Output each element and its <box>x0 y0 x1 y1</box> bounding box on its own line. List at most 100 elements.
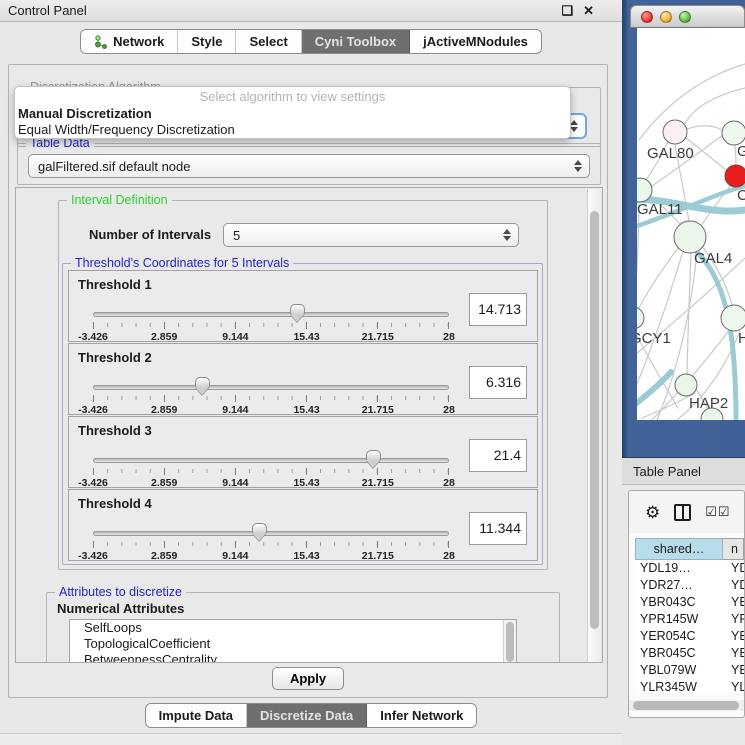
network-window-titlebar[interactable] <box>630 5 745 28</box>
split-columns-icon[interactable] <box>674 504 691 521</box>
close-window-icon[interactable] <box>641 11 653 23</box>
tab-jactivemnodules[interactable]: jActiveMNodules <box>410 30 541 53</box>
attributes-group-title: Attributes to discretize <box>55 585 186 599</box>
table-row[interactable]: YBL079WYBL0 <box>635 662 744 679</box>
numerical-attributes-heading: Numerical Attributes <box>57 601 184 616</box>
table-row[interactable]: YBR045CYBR0 <box>635 645 744 662</box>
network-canvas-svg: GAL80GCGAL11GAL4GCY1HHAP2 <box>637 28 745 420</box>
threshold-4-slider-thumb[interactable] <box>252 523 267 534</box>
threshold-3-value-field[interactable]: 21.4 <box>469 439 527 472</box>
control-panel: Control Panel ❑ ✕ Network Sty <box>0 0 622 745</box>
slider-track <box>93 312 449 317</box>
settings-vertical-scrollbar[interactable] <box>587 189 601 663</box>
table-row[interactable]: YER054CYER0 <box>635 628 744 645</box>
threshold-2-value-field[interactable]: 6.316 <box>469 366 527 399</box>
table-row[interactable]: YDL19…YDL1 <box>635 560 744 577</box>
network-node-label: G <box>737 143 745 160</box>
threshold-3-slider[interactable]: -3.426 2.859 9.144 15.43 21.715 28 <box>93 451 449 485</box>
table-data-selected-value: galFiltered.sif default node <box>38 159 190 174</box>
zoom-window-icon[interactable] <box>679 11 691 23</box>
network-node-label: GCY1 <box>637 330 671 347</box>
bottom-tab-bar: Impute Data Discretize Data Infer Networ… <box>0 703 622 728</box>
threshold-3-slider-thumb[interactable] <box>366 450 381 461</box>
scrollbar-thumb[interactable] <box>590 211 599 629</box>
table-row[interactable]: YPR145WYPR1 <box>635 611 744 628</box>
tab-network[interactable]: Network <box>81 30 178 53</box>
threshold-1-value-field[interactable]: 14.713 <box>469 293 527 326</box>
table-panel-header: Table Panel <box>622 458 745 485</box>
algorithm-dropdown-popup: Select algorithm to view settings Manual… <box>14 86 571 139</box>
network-window: GAL80GCGAL11GAL4GCY1HHAP2 <box>622 0 745 458</box>
column-header-name[interactable]: n <box>723 538 744 560</box>
column-header-shared-name[interactable]: shared… <box>635 538 723 560</box>
attributes-group: Attributes to discretize Numerical Attri… <box>46 592 560 663</box>
threshold-4-value-field[interactable]: 11.344 <box>469 512 527 545</box>
threshold-2-slider[interactable]: -3.426 2.859 9.144 15.43 21.715 28 <box>93 378 449 412</box>
list-item[interactable]: TopologicalCoefficient <box>70 636 516 652</box>
network-node-label: GAL80 <box>647 145 694 162</box>
close-panel-icon[interactable]: ✕ <box>583 3 594 19</box>
table-row[interactable]: YDR27…YDR2 <box>635 577 744 594</box>
threshold-4-row: Threshold 4 -3.426 2.859 9.144 15.43 <box>68 489 538 561</box>
slider-track <box>93 458 449 463</box>
combo-stepper-icon <box>503 229 511 241</box>
right-panel: GAL80GCGAL11GAL4GCY1HHAP2 Table Panel ⚙ … <box>622 0 745 745</box>
scrollbar-thumb[interactable] <box>633 701 739 710</box>
tab-discretize-data[interactable]: Discretize Data <box>247 704 367 727</box>
tab-cyni-toolbox[interactable]: Cyni Toolbox <box>302 30 410 53</box>
tab-style[interactable]: Style <box>178 30 236 53</box>
network-node <box>675 374 697 396</box>
number-of-intervals-select[interactable]: 5 <box>223 223 519 247</box>
cyni-toolbox-panel: Discretization Algorithm Select algorith… <box>8 64 608 698</box>
algorithm-popup-hint: Select algorithm to view settings <box>15 89 570 106</box>
table-row[interactable]: YBR043CYBR0 <box>635 594 744 611</box>
table-panel-body: ⚙ ☑☑ shared… n YDL19…YDL1 YDR27…YDR2 YBR… <box>628 490 745 718</box>
threshold-2-slider-thumb[interactable] <box>195 377 210 388</box>
threshold-1-slider-thumb[interactable] <box>290 304 305 315</box>
network-node-label: HAP2 <box>689 395 728 412</box>
table-header-row: shared… n <box>635 538 744 560</box>
algorithm-option-manual[interactable]: Manual Discretization <box>15 106 570 122</box>
table-horizontal-scrollbar[interactable] <box>629 700 744 711</box>
threshold-4-slider[interactable]: -3.426 2.859 9.144 15.43 21.715 28 <box>93 524 449 558</box>
float-window-icon[interactable]: ❑ <box>561 3 573 19</box>
apply-button[interactable]: Apply <box>272 667 344 690</box>
network-canvas[interactable]: GAL80GCGAL11GAL4GCY1HHAP2 <box>637 28 745 420</box>
combo-stepper-icon <box>570 120 578 132</box>
select-columns-icons[interactable]: ☑☑ <box>705 504 730 520</box>
app-root: Control Panel ❑ ✕ Network Sty <box>0 0 745 745</box>
tab-infer-network[interactable]: Infer Network <box>367 704 476 727</box>
tab-select[interactable]: Select <box>236 30 301 53</box>
threshold-1-slider[interactable]: -3.426 2.859 9.144 15.43 21.715 28 <box>93 305 449 339</box>
threshold-3-row: Threshold 3 -3.426 2.859 9.144 15.43 <box>68 416 538 488</box>
list-scrollbar[interactable] <box>503 620 516 663</box>
network-node <box>725 165 745 187</box>
algorithm-option-equal-width[interactable]: Equal Width/Frequency Discretization <box>15 122 570 138</box>
threshold-2-row: Threshold 2 -3.426 2.859 9.144 15.43 <box>68 343 538 415</box>
interval-definition-title: Interval Definition <box>67 193 172 207</box>
table-panel-toolbar: ⚙ ☑☑ <box>629 491 744 533</box>
list-item[interactable]: BetweennessCentrality <box>70 652 516 663</box>
tab-impute-data[interactable]: Impute Data <box>146 704 247 727</box>
network-node <box>674 221 706 253</box>
network-node-label: H <box>738 330 745 347</box>
threshold-4-label: Threshold 4 <box>78 496 152 511</box>
network-node <box>663 120 687 144</box>
number-of-intervals-value: 5 <box>233 228 240 243</box>
list-item[interactable]: SelfLoops <box>70 620 516 636</box>
slider-track <box>93 531 449 536</box>
numerical-attributes-list[interactable]: SelfLoops TopologicalCoefficient Between… <box>69 619 517 663</box>
minimize-window-icon[interactable] <box>660 11 672 23</box>
network-node <box>637 307 644 329</box>
network-icon <box>94 35 108 49</box>
interval-definition-group: Interval Definition Number of Intervals … <box>58 200 548 570</box>
combo-stepper-icon <box>574 160 582 172</box>
network-node <box>721 305 745 331</box>
table-row[interactable]: YLR345WYLR3 <box>635 679 744 693</box>
gear-icon[interactable]: ⚙ <box>645 504 660 521</box>
thresholds-group: Threshold's Coordinates for 5 Intervals … <box>62 263 543 565</box>
table-data-select[interactable]: galFiltered.sif default node <box>28 154 590 178</box>
settings-scrollpane: Interval Definition Number of Intervals … <box>15 187 603 663</box>
panel-title: Control Panel <box>8 3 561 18</box>
slider-track <box>93 385 449 390</box>
